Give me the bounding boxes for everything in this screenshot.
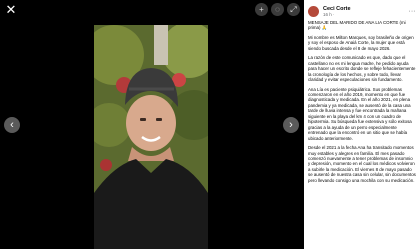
zoom-in-icon[interactable]: +: [255, 3, 268, 16]
viewer-toolbar: + ◌ ⤢: [255, 3, 300, 16]
fullscreen-icon[interactable]: ⤢: [287, 3, 300, 16]
post-paragraph: La razón de este comunicado es que, dado…: [308, 55, 416, 83]
chevron-left-icon[interactable]: ‹: [4, 117, 20, 133]
photo-image: [94, 25, 208, 249]
post-text: MENSAJE DEL MARIDO DE ANA LIA CORTE (mi …: [304, 19, 420, 183]
post-header: Ceci Corte 16 h · ···: [304, 0, 420, 19]
close-icon[interactable]: ✕: [4, 3, 18, 17]
avatar[interactable]: [308, 5, 319, 17]
post-paragraph: Mi nombre es Milton Marques, soy brasile…: [308, 34, 414, 51]
photo-viewer: ✕ + ◌ ⤢ ‹ ›: [0, 0, 304, 249]
chevron-right-icon[interactable]: ›: [283, 117, 299, 133]
post-paragraph: Desde el 2021 a la fecha Ana ha transita…: [308, 145, 416, 183]
post-paragraph: Ana Lía es paciente psiquiátrica. Sus pr…: [308, 86, 412, 141]
tag-icon[interactable]: ◌: [271, 3, 284, 16]
post-meta: 16 h ·: [323, 11, 335, 17]
post-title: MENSAJE DEL MARIDO DE ANA LIA CORTE (mi …: [308, 20, 406, 31]
more-options-icon[interactable]: ···: [408, 8, 416, 15]
post-panel: Ceci Corte 16 h · ··· MENSAJE DEL MARIDO…: [304, 0, 420, 249]
author-block: Ceci Corte 16 h ·: [323, 6, 408, 17]
post-photo[interactable]: [94, 25, 208, 249]
